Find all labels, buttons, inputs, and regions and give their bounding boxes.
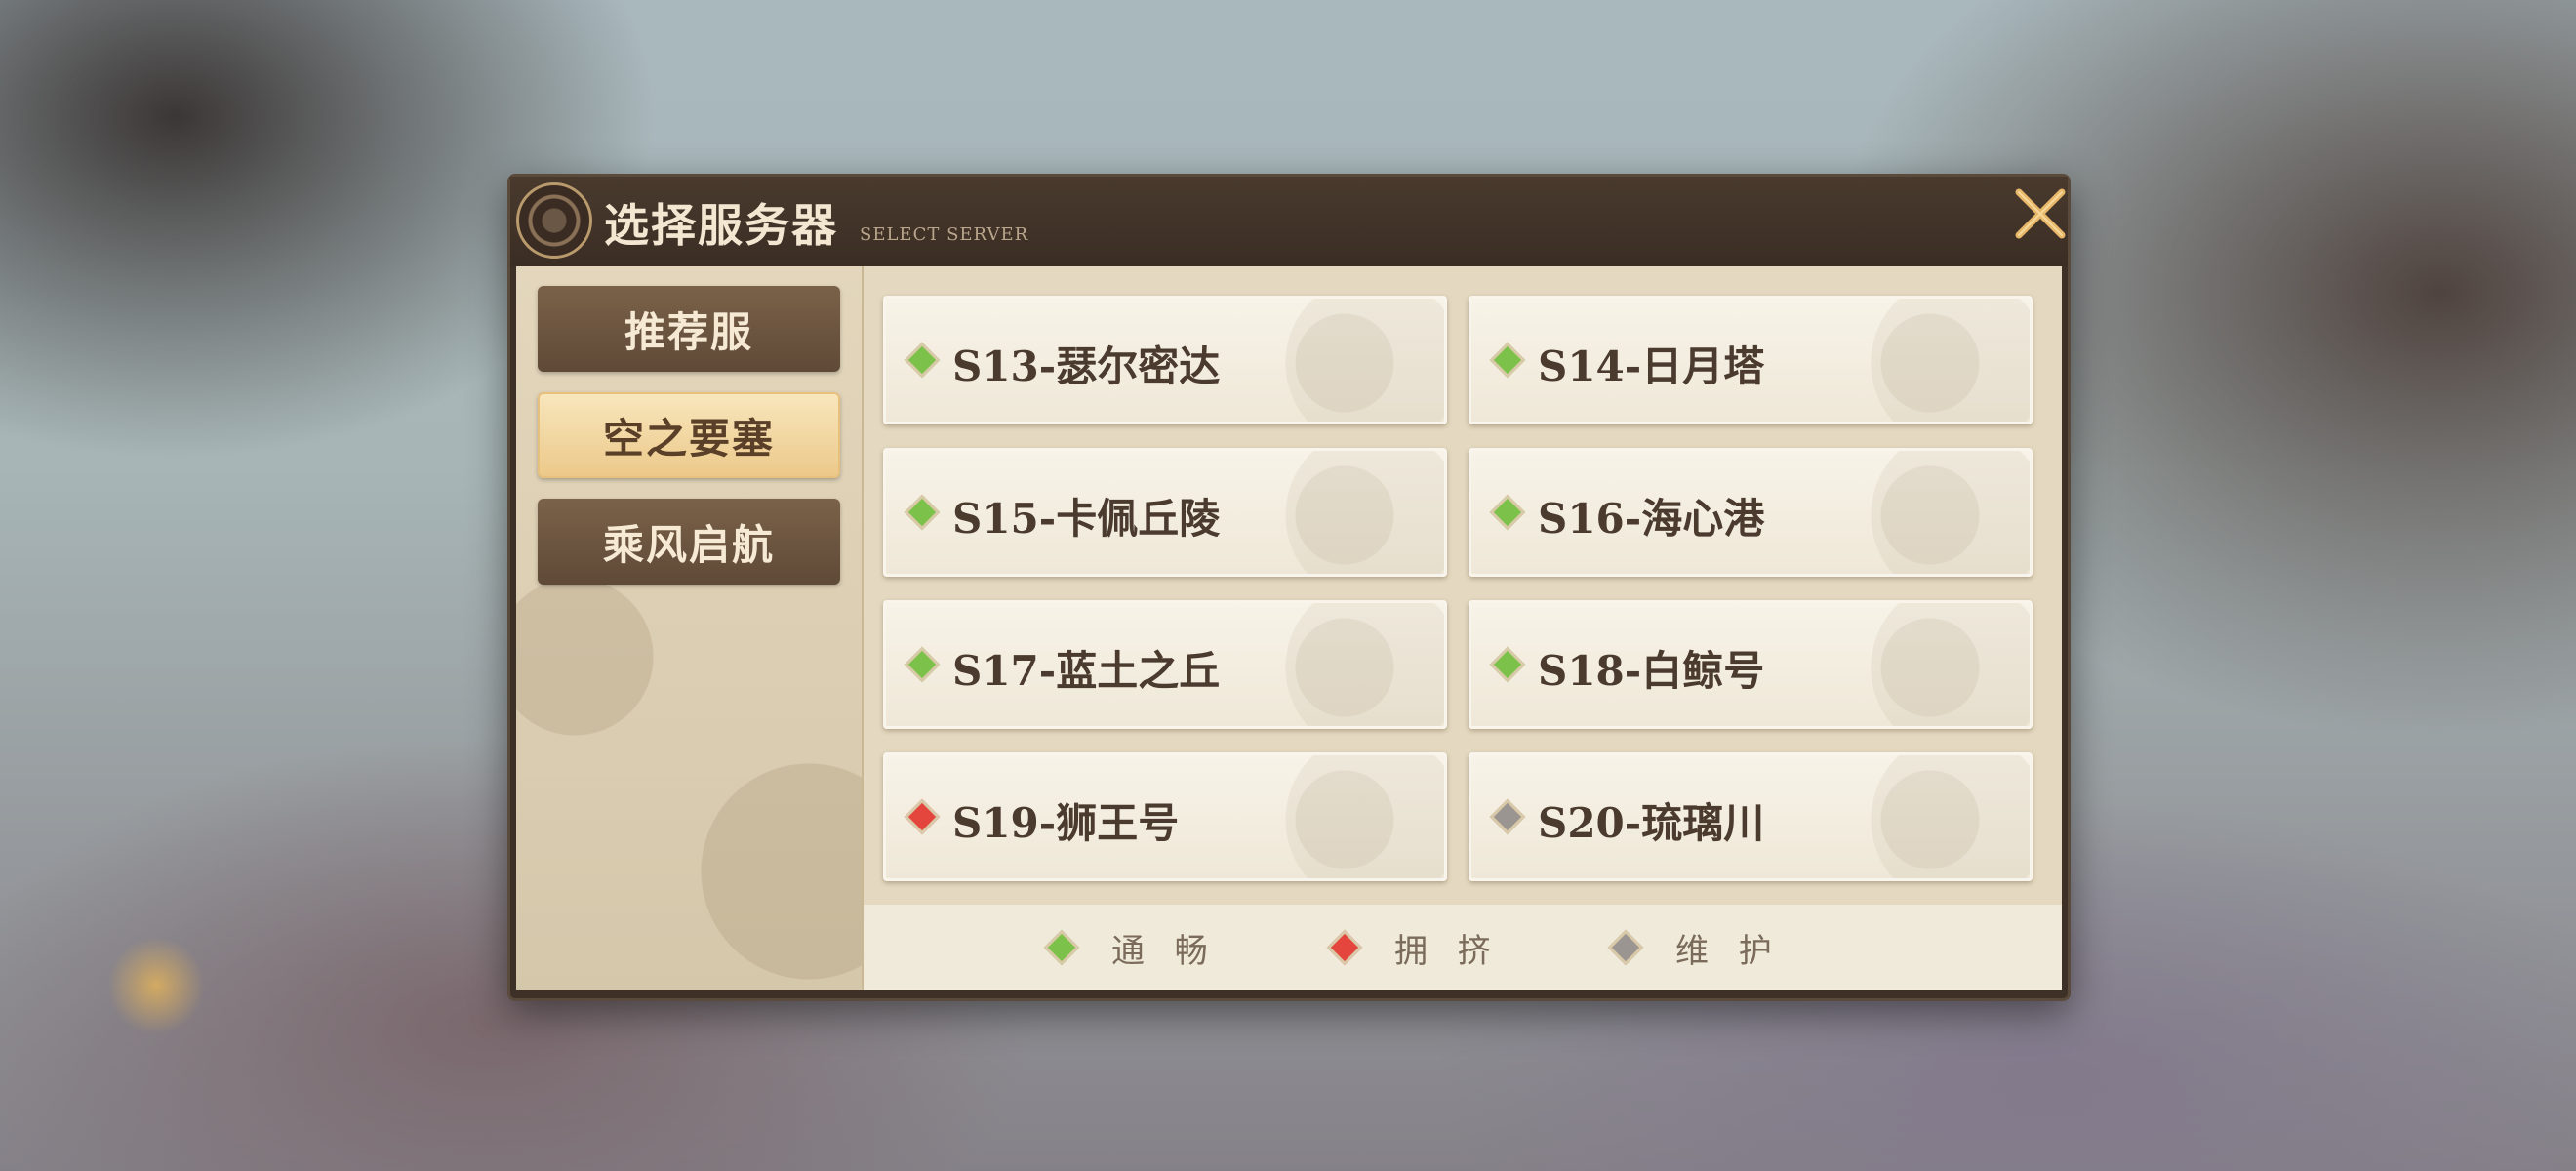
server-name: S20-琉璃川 (1538, 799, 1765, 847)
legend-item: 拥 挤 (1326, 905, 1501, 990)
status-good-icon (1489, 342, 1526, 379)
server-name: S18-白鲸号 (1538, 647, 1765, 695)
legend-busy-icon (1326, 929, 1363, 966)
server-name: S15-卡佩丘陵 (952, 495, 1221, 543)
server-name: S13-瑟尔密达 (952, 343, 1221, 390)
server-name: S17-蓝土之丘 (952, 647, 1221, 695)
tab-label: 空之要塞 (602, 414, 775, 463)
legend-label: 拥 挤 (1394, 931, 1501, 971)
legend-label: 通 畅 (1111, 931, 1218, 971)
server-select-dialog: 选择服务器 SELECT SERVER 推荐服 空之要塞 乘风启航 S13-瑟尔… (507, 174, 2071, 1001)
server-group-sidebar: 推荐服 空之要塞 乘风启航 (516, 266, 864, 990)
status-good-icon (1489, 494, 1526, 531)
tab-sky-fortress[interactable]: 空之要塞 (538, 392, 840, 478)
dialog-subtitle: SELECT SERVER (860, 224, 1029, 245)
close-icon (2015, 188, 2066, 239)
dialog-title: 选择服务器 (604, 199, 838, 252)
legend-label: 维 护 (1675, 931, 1782, 971)
status-good-icon (1489, 646, 1526, 683)
dialog-header: 选择服务器 SELECT SERVER (510, 177, 2068, 266)
status-good-icon (904, 342, 941, 379)
tab-label: 乘风启航 (602, 520, 775, 569)
legend-maintenance-icon (1607, 929, 1644, 966)
status-good-icon (904, 494, 941, 531)
server-name: S16-海心港 (1538, 495, 1765, 543)
status-legend: 通 畅 拥 挤 维 护 (864, 905, 2062, 990)
server-card[interactable]: S14-日月塔 (1469, 296, 2033, 424)
server-list: S13-瑟尔密达 S14-日月塔 S15-卡佩丘陵 S16-海心港 S17-蓝土… (864, 266, 2062, 990)
server-card[interactable]: S15-卡佩丘陵 (883, 448, 1447, 577)
tab-label: 推荐服 (624, 307, 753, 356)
status-good-icon (904, 646, 941, 683)
server-name: S19-狮王号 (952, 799, 1180, 847)
gear-emblem-icon (516, 182, 592, 259)
legend-item: 通 畅 (1043, 905, 1218, 990)
status-busy-icon (904, 798, 941, 835)
server-card[interactable]: S13-瑟尔密达 (883, 296, 1447, 424)
legend-good-icon (1043, 929, 1080, 966)
server-card[interactable]: S16-海心港 (1469, 448, 2033, 577)
status-maintenance-icon (1489, 798, 1526, 835)
legend-item: 维 护 (1607, 905, 1782, 990)
server-name: S14-日月塔 (1538, 343, 1765, 390)
tab-recommended[interactable]: 推荐服 (538, 286, 840, 372)
server-card[interactable]: S17-蓝土之丘 (883, 600, 1447, 729)
server-card[interactable]: S19-狮王号 (883, 752, 1447, 881)
dialog-body: 推荐服 空之要塞 乘风启航 S13-瑟尔密达 S14-日月塔 S15-卡佩丘陵 (516, 266, 2062, 990)
background-glow (107, 937, 205, 1034)
server-card[interactable]: S20-琉璃川 (1469, 752, 2033, 881)
tab-set-sail[interactable]: 乘风启航 (538, 499, 840, 585)
server-card[interactable]: S18-白鲸号 (1469, 600, 2033, 729)
close-button[interactable] (2003, 177, 2077, 251)
